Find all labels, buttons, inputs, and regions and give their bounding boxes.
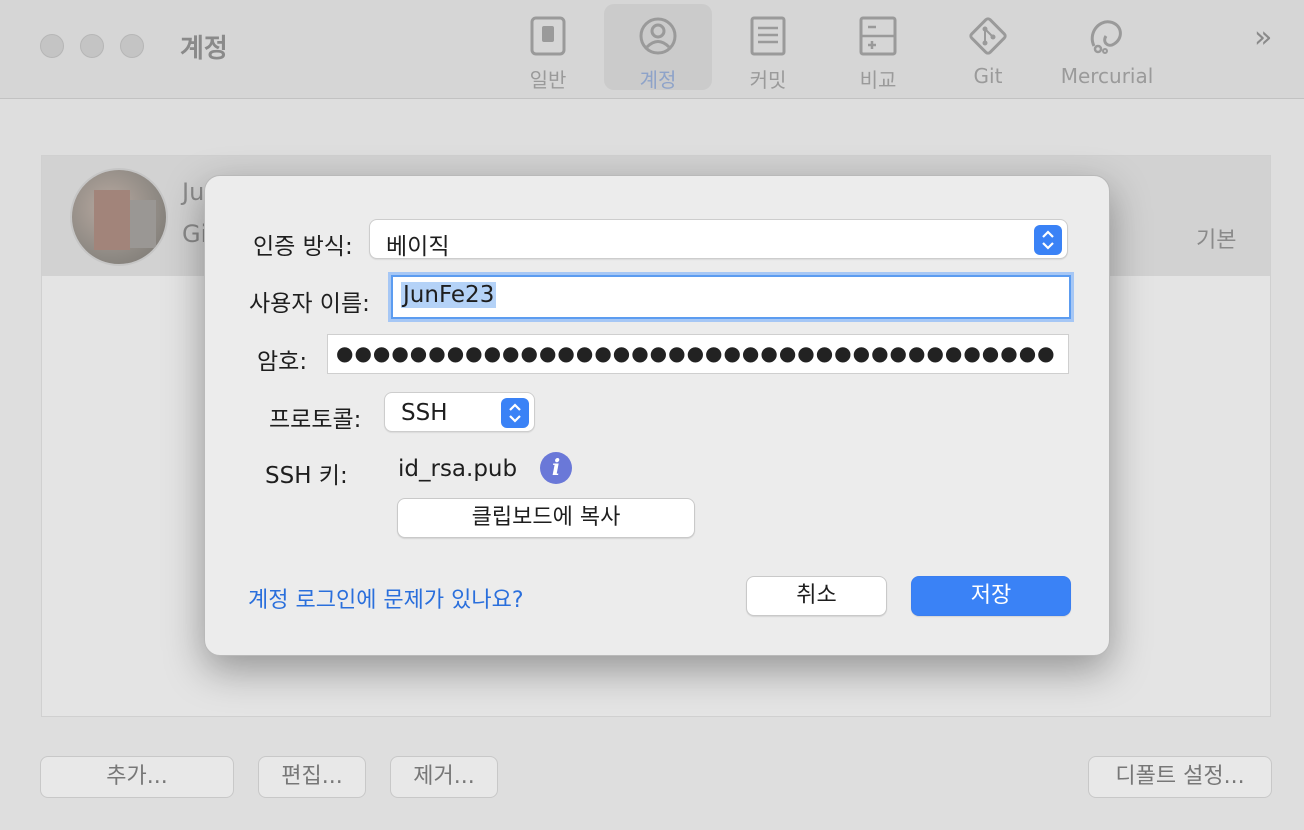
chevron-updown-icon bbox=[501, 398, 529, 428]
account-default-badge: 기본 bbox=[1196, 228, 1237, 253]
tab-general[interactable]: 일반 bbox=[494, 4, 602, 92]
protocol-label: 프로토콜: bbox=[269, 407, 362, 433]
auth-method-value: 베이직 bbox=[386, 234, 450, 260]
window-title: 계정 bbox=[180, 34, 228, 64]
save-button[interactable]: 저장 bbox=[911, 576, 1071, 616]
password-value: ●●●●●●●●●●●●●●●●●●●●●●●●●●●●●●●●●●●●●●● bbox=[336, 341, 1056, 365]
username-field[interactable]: JunFe23 bbox=[391, 275, 1071, 319]
tab-accounts[interactable]: 계정 bbox=[604, 4, 712, 92]
tab-mercurial-label: Mercurial bbox=[1060, 64, 1154, 88]
password-label: 암호: bbox=[257, 349, 308, 375]
avatar-photo-building bbox=[94, 190, 130, 250]
set-default-button[interactable]: 디폴트 설정... bbox=[1088, 756, 1272, 798]
account-edit-dialog: 인증 방식: 베이직 사용자 이름: JunFe23 암호: ●●●●●●●●●… bbox=[204, 175, 1110, 656]
tab-git[interactable]: Git bbox=[934, 4, 1042, 90]
protocol-value: SSH bbox=[401, 400, 448, 426]
tab-git-label: Git bbox=[973, 64, 1003, 88]
zoom-window-button[interactable] bbox=[120, 34, 144, 58]
copy-to-clipboard-button[interactable]: 클립보드에 복사 bbox=[397, 498, 695, 538]
avatar bbox=[70, 168, 168, 266]
minimize-window-button[interactable] bbox=[80, 34, 104, 58]
auth-method-label: 인증 방식: bbox=[253, 234, 353, 260]
avatar-photo-building-2 bbox=[130, 200, 156, 248]
tab-general-label: 일반 bbox=[529, 68, 567, 92]
toolbar-overflow-icon[interactable]: » bbox=[1254, 20, 1272, 55]
login-help-link[interactable]: 계정 로그인에 문제가 있나요? bbox=[248, 582, 524, 614]
protocol-select[interactable]: SSH bbox=[384, 392, 535, 432]
diff-icon bbox=[859, 16, 897, 56]
tab-commit[interactable]: 커밋 bbox=[714, 4, 822, 92]
tab-mercurial[interactable]: Mercurial bbox=[1052, 4, 1162, 90]
username-value: JunFe23 bbox=[401, 282, 497, 308]
mercurial-icon bbox=[1090, 20, 1122, 54]
info-icon[interactable]: i bbox=[540, 452, 572, 484]
tab-accounts-label: 계정 bbox=[639, 68, 677, 92]
account-icon bbox=[639, 17, 677, 55]
remove-account-button[interactable]: 제거... bbox=[390, 756, 498, 798]
tab-diff[interactable]: 비교 bbox=[824, 4, 932, 92]
title-bar: 계정 일반 계정 커밋 비교 Git Mercurial » bbox=[0, 0, 1304, 99]
git-icon bbox=[969, 17, 1007, 55]
tab-diff-label: 비교 bbox=[859, 68, 897, 92]
tab-commit-label: 커밋 bbox=[749, 68, 787, 92]
ssh-key-label: SSH 키: bbox=[265, 463, 348, 489]
account-name: Ju bbox=[182, 178, 205, 206]
edit-account-button[interactable]: 편집... bbox=[258, 756, 366, 798]
commit-icon bbox=[750, 16, 786, 56]
general-icon bbox=[530, 16, 566, 56]
cancel-button[interactable]: 취소 bbox=[746, 576, 887, 616]
close-window-button[interactable] bbox=[40, 34, 64, 58]
chevron-updown-icon bbox=[1034, 225, 1062, 255]
ssh-key-value: id_rsa.pub bbox=[398, 456, 518, 482]
auth-method-select[interactable]: 베이직 bbox=[369, 219, 1068, 260]
add-account-button[interactable]: 추가... bbox=[40, 756, 234, 798]
password-field[interactable]: ●●●●●●●●●●●●●●●●●●●●●●●●●●●●●●●●●●●●●●● bbox=[327, 334, 1069, 374]
username-label: 사용자 이름: bbox=[249, 291, 370, 317]
